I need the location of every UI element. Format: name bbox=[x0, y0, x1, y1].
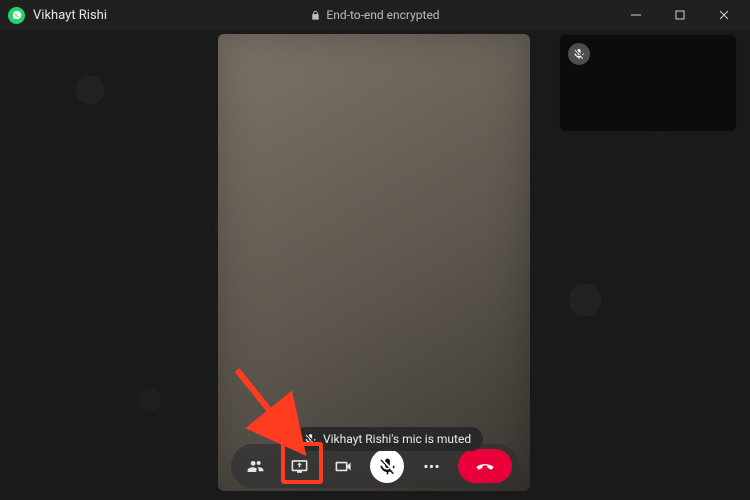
mic-toggle-button[interactable] bbox=[370, 449, 404, 483]
end-call-button[interactable] bbox=[458, 449, 512, 483]
mic-muted-toast: Vikhayt Rishi's mic is muted bbox=[294, 427, 483, 451]
maximize-button[interactable] bbox=[658, 0, 702, 30]
window-controls bbox=[614, 0, 746, 30]
screen-share-button[interactable] bbox=[282, 449, 316, 483]
more-options-button[interactable] bbox=[414, 449, 448, 483]
whatsapp-logo-icon bbox=[8, 7, 25, 24]
close-button[interactable] bbox=[702, 0, 746, 30]
video-toggle-button[interactable] bbox=[326, 449, 360, 483]
self-mic-muted-icon bbox=[568, 43, 590, 65]
lock-icon bbox=[310, 10, 321, 21]
minimize-button[interactable] bbox=[614, 0, 658, 30]
self-preview[interactable] bbox=[559, 34, 737, 132]
main-video-feed bbox=[218, 34, 530, 491]
mic-off-icon bbox=[304, 433, 317, 446]
encryption-label: End-to-end encrypted bbox=[326, 8, 439, 22]
window-titlebar: Vikhayt Rishi End-to-end encrypted bbox=[0, 0, 750, 30]
contact-name: Vikhayt Rishi bbox=[33, 8, 107, 23]
participants-button[interactable] bbox=[238, 449, 272, 483]
toast-text: Vikhayt Rishi's mic is muted bbox=[323, 432, 471, 446]
